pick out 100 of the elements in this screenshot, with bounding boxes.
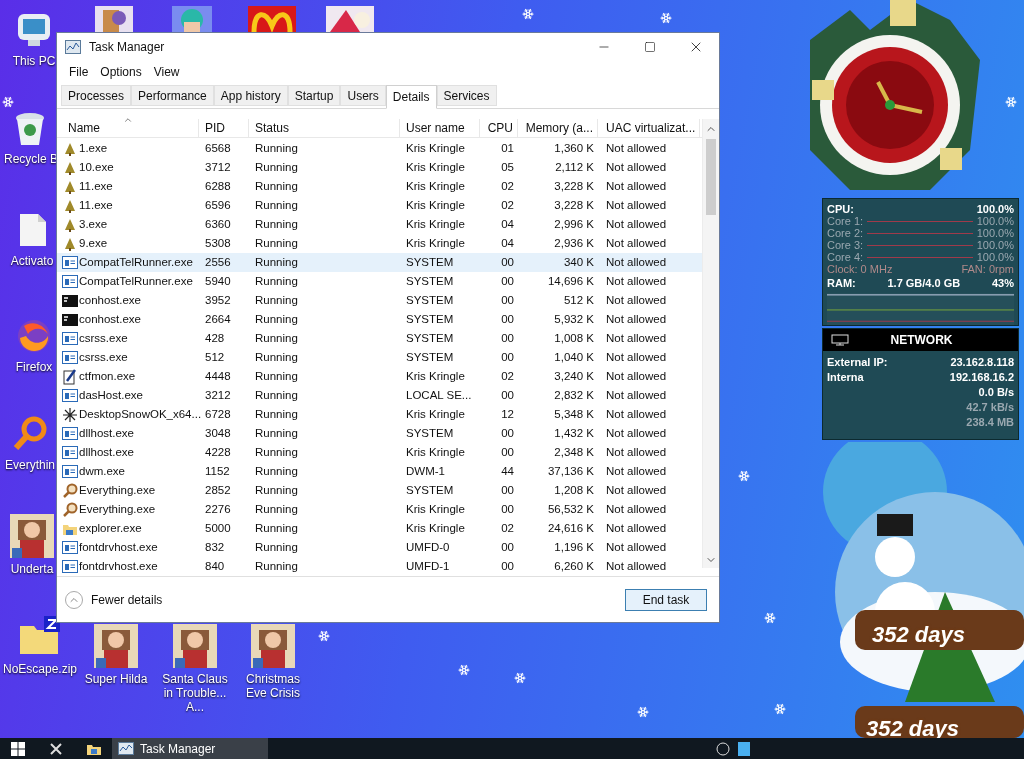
table-cell-text: Running [255, 330, 298, 346]
table-row[interactable]: csrss.exe 428 Running SYSTEM 00 1,008 K Not allowed [57, 329, 702, 348]
table-cell-text: Running [255, 292, 298, 308]
table-cell-text: fontdrvhost.exe [79, 558, 158, 574]
desktop-icon-label[interactable]: Firefox [12, 360, 56, 374]
table-row[interactable]: Everything.exe 2276 Running Kris Kringle 00 56,532 K Not allowed [57, 500, 702, 519]
table-row[interactable]: CompatTelRunner.exe 2556 Running SYSTEM 00 340 K Not allowed [57, 253, 702, 272]
desktop-icon-label[interactable]: Activato [8, 254, 56, 268]
table-row[interactable]: explorer.exe 5000 Running Kris Kringle 02 24,616 K Not allowed [57, 519, 702, 538]
column-header[interactable]: Status [249, 119, 400, 137]
table-cell-text: 12 [501, 406, 514, 422]
circle-tray-icon[interactable] [716, 741, 730, 756]
table-cell-text: 02 [501, 197, 514, 213]
table-cell-text: Running [255, 482, 298, 498]
table-row[interactable]: CompatTelRunner.exe 5940 Running SYSTEM 00 14,696 K Not allowed [57, 272, 702, 291]
snowflake-icon [738, 470, 750, 482]
table-row[interactable]: 11.exe 6288 Running Kris Kringle 02 3,228 K Not allowed [57, 177, 702, 196]
taskbar-button[interactable]: Task Manager [112, 738, 268, 759]
table-cell-text: Running [255, 273, 298, 289]
tab[interactable]: Performance [131, 85, 214, 106]
table-cell-text: 00 [501, 387, 514, 403]
column-header[interactable]: Memory (a... [518, 119, 598, 137]
column-header[interactable]: PID [199, 119, 249, 137]
table-row[interactable]: 1.exe 6568 Running Kris Kringle 01 1,360 K Not allowed [57, 139, 702, 158]
column-header[interactable]: UAC virtualizat... [598, 119, 700, 137]
network-value: 42.7 kB/s [966, 400, 1014, 415]
table-cell-text: 00 [501, 425, 514, 441]
table-row[interactable]: 9.exe 5308 Running Kris Kringle 04 2,936 K Not allowed [57, 234, 702, 253]
table-cell-text: Not allowed [606, 159, 667, 175]
table-cell-text: Not allowed [606, 539, 667, 555]
network-label: Interna [827, 370, 864, 385]
column-header[interactable]: Name [57, 119, 199, 137]
tab[interactable]: Details [385, 85, 437, 109]
window-icon [62, 560, 78, 573]
tab[interactable]: Processes [61, 85, 132, 106]
table-row[interactable]: Everything.exe 2852 Running SYSTEM 00 1,208 K Not allowed [57, 481, 702, 500]
scrollbar-thumb[interactable] [706, 139, 716, 215]
snowflake-icon [1005, 96, 1017, 108]
menu-item[interactable]: File [63, 62, 95, 82]
table-cell-text: 14,696 K [547, 273, 594, 289]
table-row[interactable]: fontdrvhost.exe 832 Running UMFD-0 00 1,196 K Not allowed [57, 538, 702, 557]
table-cell-text: 512 [205, 349, 225, 365]
table-row[interactable]: dllhost.exe 4228 Running Kris Kringle 00 2,348 K Not allowed [57, 443, 702, 462]
table-cell-text: 832 [205, 539, 225, 555]
table-cell-text: 2,996 K [554, 216, 594, 232]
table-row[interactable]: dasHost.exe 3212 Running LOCAL SE... 00 2,832 K Not allowed [57, 386, 702, 405]
table-cell-text: 1,008 K [554, 330, 594, 346]
table-cell-text: Not allowed [606, 178, 667, 194]
snowflake-icon [458, 664, 470, 676]
fewer-details-button[interactable]: Fewer details [65, 590, 163, 609]
table-row[interactable]: DesktopSnowOK_x64... 6728 Running Kris Kringle 12 5,348 K Not allowed [57, 405, 702, 424]
tab[interactable]: Services [436, 85, 497, 106]
menu-item[interactable]: View [147, 62, 186, 82]
table-cell-text: 5,932 K [554, 311, 594, 327]
tree-icon [63, 236, 77, 251]
table-cell-text: Kris Kringle [406, 406, 465, 422]
menu-item[interactable]: Options [94, 62, 148, 82]
table-cell-text: 2276 [205, 501, 231, 517]
desktop-icon-label[interactable]: This PC [12, 54, 56, 68]
tab[interactable]: Startup [287, 85, 341, 106]
table-row[interactable]: 3.exe 6360 Running Kris Kringle 04 2,996 K Not allowed [57, 215, 702, 234]
table-row[interactable]: 10.exe 3712 Running Kris Kringle 05 2,112 K Not allowed [57, 158, 702, 177]
table-cell-text: Kris Kringle [406, 197, 465, 213]
column-header[interactable]: User name [400, 119, 480, 137]
table-cell-text: 1,360 K [554, 140, 594, 156]
table-cell-text: 6360 [205, 216, 231, 232]
table-row[interactable]: dllhost.exe 3048 Running SYSTEM 00 1,432 K Not allowed [57, 424, 702, 443]
table-cell-text: 44 [501, 463, 514, 479]
maximize-icon [644, 41, 656, 53]
table-cell-text: Not allowed [606, 482, 667, 498]
table-cell-text: 00 [501, 273, 514, 289]
table-cell-text: Not allowed [606, 387, 667, 403]
table-row[interactable]: fontdrvhost.exe 840 Running UMFD-1 00 6,260 K Not allowed [57, 557, 702, 576]
window-tray-icon[interactable] [738, 741, 750, 756]
table-cell-text: Running [255, 406, 298, 422]
desktop-icon-label[interactable]: Underta [8, 562, 56, 576]
table-cell-text: 11.exe [79, 197, 113, 213]
desktop-icon-label[interactable]: NoEscape.zip [2, 662, 78, 676]
table-row[interactable]: conhost.exe 2664 Running SYSTEM 00 5,932 K Not allowed [57, 310, 702, 329]
end-task-button[interactable]: End task [625, 588, 707, 611]
scrollbar[interactable] [702, 119, 719, 568]
table-row[interactable]: dwm.exe 1152 Running DWM-1 44 37,136 K Not allowed [57, 462, 702, 481]
column-header[interactable]: CPU [480, 119, 518, 137]
table-cell-text: 00 [501, 349, 514, 365]
desktop-icon-label[interactable]: Super Hilda [82, 672, 150, 686]
table-row[interactable]: 11.exe 6596 Running Kris Kringle 02 3,228 K Not allowed [57, 196, 702, 215]
table-row[interactable]: csrss.exe 512 Running SYSTEM 00 1,040 K Not allowed [57, 348, 702, 367]
table-row[interactable]: ctfmon.exe 4448 Running Kris Kringle 02 3,240 K Not allowed [57, 367, 702, 386]
tab[interactable]: Users [340, 85, 386, 106]
table-cell-text: 5,348 K [554, 406, 594, 422]
desktop-icon-label[interactable]: Christmas Eve Crisis [234, 672, 312, 700]
table-cell-text: 5000 [205, 520, 231, 536]
tab[interactable]: App history [213, 85, 288, 106]
table-cell-text: 6728 [205, 406, 231, 422]
table-cell-text: Running [255, 558, 298, 574]
snowflake-icon [764, 612, 776, 624]
desktop-icon-label[interactable]: Everythin [4, 458, 56, 472]
desktop-icon-label[interactable]: Santa Claus in Trouble... A... [156, 672, 234, 714]
table-cell-text: 00 [501, 254, 514, 270]
table-row[interactable]: conhost.exe 3952 Running SYSTEM 00 512 K Not allowed [57, 291, 702, 310]
